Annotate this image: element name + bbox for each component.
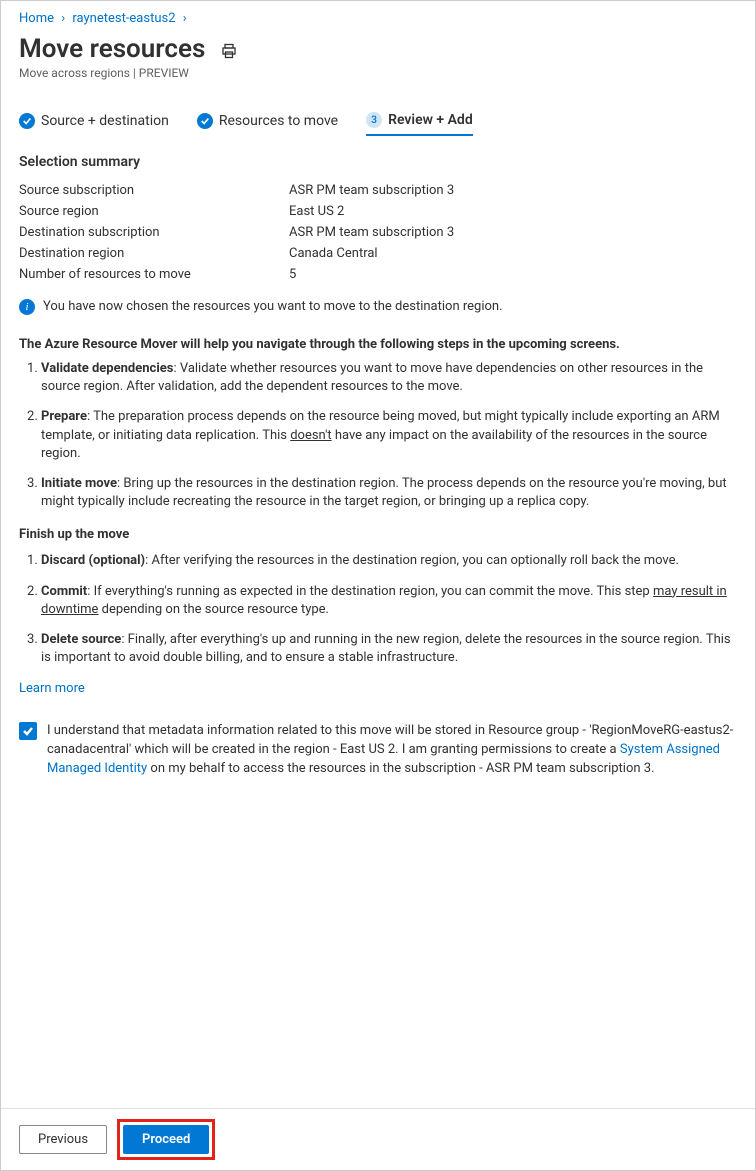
- step-label: Review + Add: [388, 112, 473, 128]
- consent-text: I understand that metadata information r…: [47, 722, 737, 779]
- previous-button[interactable]: Previous: [19, 1125, 107, 1154]
- step-resources-to-move[interactable]: Resources to move: [197, 113, 338, 135]
- summary-value: ASR PM team subscription 3: [289, 225, 737, 240]
- page-subtitle: Move across regions | PREVIEW: [19, 66, 737, 80]
- check-icon: [197, 113, 213, 129]
- list-item: Validate dependencies: Validate whether …: [41, 360, 737, 396]
- wizard-steps: Source + destination Resources to move 3…: [19, 98, 737, 136]
- list-item: Initiate move: Bring up the resources in…: [41, 475, 737, 511]
- info-text: You have now chosen the resources you wa…: [43, 299, 503, 314]
- proceed-button[interactable]: Proceed: [123, 1125, 209, 1154]
- selection-summary-heading: Selection summary: [19, 154, 737, 170]
- list-item: Prepare: The preparation process depends…: [41, 408, 737, 463]
- list-item: Delete source: Finally, after everything…: [41, 631, 737, 667]
- breadcrumb: Home › raynetest-eastus2 ›: [19, 7, 737, 32]
- step-source-destination[interactable]: Source + destination: [19, 113, 169, 135]
- step-label: Resources to move: [219, 113, 338, 129]
- summary-key: Destination subscription: [19, 225, 289, 240]
- summary-row: Destination subscription ASR PM team sub…: [19, 222, 737, 243]
- summary-value: Canada Central: [289, 246, 737, 261]
- step-number-icon: 3: [366, 112, 382, 128]
- consent-checkbox[interactable]: [19, 722, 37, 740]
- summary-key: Destination region: [19, 246, 289, 261]
- summary-key: Source region: [19, 204, 289, 219]
- summary-row: Source subscription ASR PM team subscrip…: [19, 180, 737, 201]
- summary-value: ASR PM team subscription 3: [289, 183, 737, 198]
- major-steps-list: Validate dependencies: Validate whether …: [19, 360, 737, 511]
- summary-value: 5: [289, 267, 737, 282]
- summary-row: Source region East US 2: [19, 201, 737, 222]
- finish-heading: Finish up the move: [19, 527, 737, 542]
- breadcrumb-home[interactable]: Home: [19, 11, 54, 26]
- finish-steps-list: Discard (optional): After verifying the …: [19, 552, 737, 667]
- summary-key: Number of resources to move: [19, 267, 289, 282]
- summary-value: East US 2: [289, 204, 737, 219]
- print-icon[interactable]: [221, 43, 237, 59]
- list-item: Discard (optional): After verifying the …: [41, 552, 737, 570]
- info-message: i You have now chosen the resources you …: [19, 299, 737, 315]
- page-title: Move resources: [19, 34, 205, 64]
- summary-row: Destination region Canada Central: [19, 243, 737, 264]
- list-item: Commit: If everything's running as expec…: [41, 583, 737, 619]
- summary-row: Number of resources to move 5: [19, 264, 737, 285]
- check-icon: [19, 113, 35, 129]
- step-review-add[interactable]: 3 Review + Add: [366, 112, 473, 136]
- summary-key: Source subscription: [19, 183, 289, 198]
- breadcrumb-resource-group[interactable]: raynetest-eastus2: [72, 11, 175, 26]
- learn-more-link[interactable]: Learn more: [19, 681, 85, 696]
- chevron-right-icon: ›: [61, 11, 65, 26]
- highlight-annotation: Proceed: [117, 1119, 215, 1160]
- chevron-right-icon: ›: [183, 11, 187, 26]
- footer-bar: Previous Proceed: [1, 1108, 755, 1170]
- info-icon: i: [19, 299, 35, 315]
- step-label: Source + destination: [41, 113, 169, 129]
- consent-row: I understand that metadata information r…: [19, 722, 737, 779]
- lead-text: The Azure Resource Mover will help you n…: [19, 337, 737, 352]
